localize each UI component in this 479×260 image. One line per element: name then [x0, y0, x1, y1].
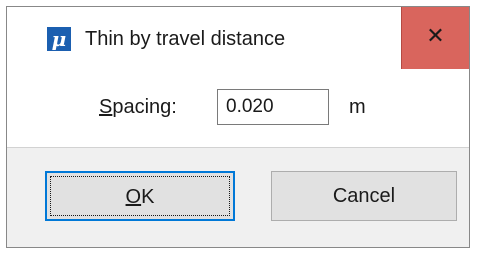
unit-label: m [349, 96, 366, 118]
spacing-input[interactable] [217, 89, 329, 125]
spacing-row: Spacing: m [7, 69, 469, 147]
spacing-label: Spacing: [99, 95, 177, 119]
title-bar: μ Thin by travel distance ✕ [7, 7, 469, 69]
cancel-button[interactable]: Cancel [271, 171, 457, 221]
focus-rectangle: OK [50, 176, 230, 216]
spacing-label-rest: pacing: [112, 96, 177, 118]
dialog-title: Thin by travel distance [85, 28, 286, 50]
ok-label-rest: K [141, 186, 155, 208]
close-icon: ✕ [426, 24, 445, 49]
separator [7, 147, 469, 148]
ok-button[interactable]: OK [45, 171, 235, 221]
dialog-window: μ Thin by travel distance ✕ Spacing: m O… [6, 6, 470, 248]
spacing-label-accel: S [99, 96, 113, 118]
close-button[interactable]: ✕ [401, 7, 469, 69]
app-icon: μ [47, 27, 71, 51]
ok-label-accel: O [125, 186, 142, 208]
